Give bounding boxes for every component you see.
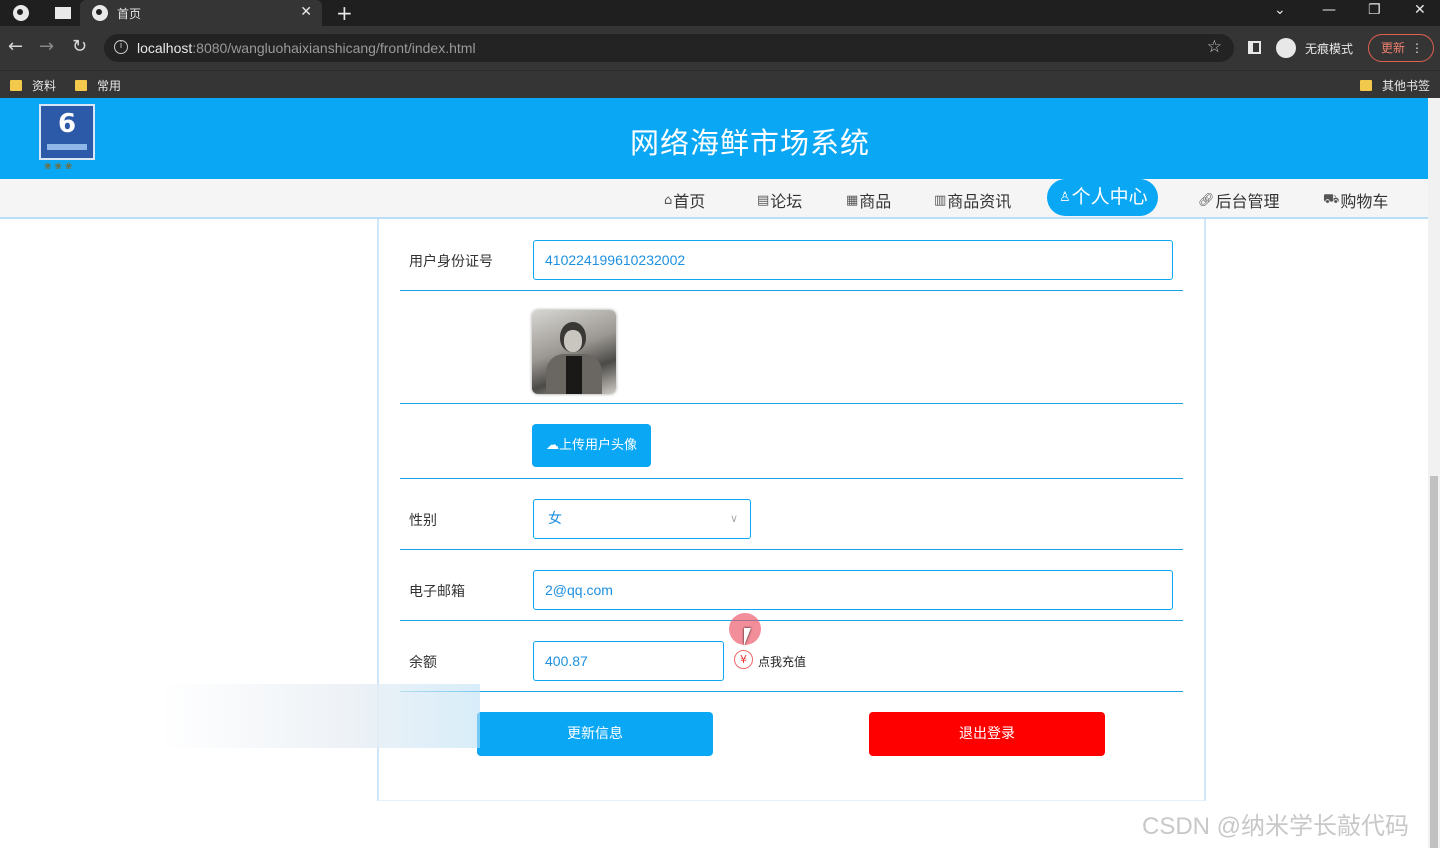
chrome-profile-icon[interactable]	[13, 5, 29, 21]
cart-icon: ⛟	[1323, 191, 1340, 207]
folder-icon	[75, 80, 87, 91]
balance-input[interactable]: 400.87	[533, 641, 724, 681]
forum-icon: ▤	[757, 192, 770, 208]
update-info-button[interactable]: 更新信息	[477, 712, 713, 756]
nav-personal-center[interactable]: ♙ 个人中心	[1047, 179, 1158, 216]
site-header: 6 ❀ ❀ ❀ 网络海鲜市场系统	[0, 98, 1428, 179]
site-info-icon[interactable]: i	[114, 40, 128, 54]
new-tab-button[interactable]: +	[336, 1, 353, 25]
bookmark-folder-2[interactable]: 常用	[75, 77, 121, 94]
recharge-link[interactable]: 点我充值	[758, 653, 806, 670]
mouse-cursor-icon	[744, 628, 751, 646]
web-page: 6 ❀ ❀ ❀ 网络海鲜市场系统 ⌂ 首页 ▤ 论坛 ▦ 商品 ▥ 商品资讯 ♙ 个人中心…	[0, 98, 1440, 848]
id-number-label: 用户身份证号	[409, 254, 493, 270]
folder-icon	[10, 80, 22, 91]
bookmark-folder-1[interactable]: 资料	[10, 77, 56, 94]
other-bookmarks[interactable]: 其他书签	[1360, 77, 1430, 94]
nav-products[interactable]: ▦ 商品	[846, 188, 891, 212]
news-icon: ▥	[934, 192, 947, 208]
url-text: localhost:8080/wangluohaixianshicang/fro…	[137, 40, 476, 56]
home-icon: ⌂	[664, 192, 673, 208]
close-window-icon[interactable]: ✕	[1414, 2, 1426, 18]
tab-search-icon[interactable]	[55, 7, 71, 19]
chevron-down-icon: ∨	[729, 512, 738, 525]
nav-forum[interactable]: ▤ 论坛	[757, 188, 802, 212]
user-icon: ♙	[1059, 190, 1071, 205]
minimize-icon[interactable]: —	[1322, 2, 1336, 18]
bookmark-star-icon[interactable]: ☆	[1207, 37, 1222, 57]
browser-tab[interactable]: 首页 ✕	[80, 0, 322, 26]
folder-icon	[1360, 80, 1372, 91]
incognito-icon	[1276, 38, 1296, 58]
yen-icon[interactable]: ¥	[734, 650, 753, 669]
address-bar-row: ← → ↻ i localhost:8080/wangluohaixianshi…	[0, 26, 1440, 70]
nav-home[interactable]: ⌂ 首页	[664, 188, 705, 212]
logo-caption-icon: ❀ ❀ ❀	[44, 162, 73, 172]
tab-title: 首页	[117, 6, 142, 21]
id-number-input[interactable]: 410224199610232002	[533, 240, 1173, 280]
back-icon[interactable]: ←	[8, 36, 23, 58]
gender-select[interactable]: 女 ∨	[533, 499, 751, 539]
email-label: 电子邮箱	[409, 584, 465, 600]
site-title: 网络海鲜市场系统	[629, 126, 870, 160]
main-nav: ⌂ 首页 ▤ 论坛 ▦ 商品 ▥ 商品资讯 ♙ 个人中心 🔗︎ 后台管理 ⛟ 购物车	[0, 179, 1428, 219]
nav-cart[interactable]: ⛟ 购物车	[1323, 188, 1388, 212]
email-input[interactable]: 2@qq.com	[533, 570, 1173, 610]
user-avatar	[532, 310, 616, 394]
restore-icon[interactable]: ❐	[1368, 2, 1381, 18]
nav-admin[interactable]: 🔗︎ 后台管理	[1198, 188, 1280, 212]
update-button[interactable]: 更新 ⋮	[1368, 34, 1434, 62]
motion-blur-overlay	[160, 684, 480, 748]
gender-value: 女	[548, 511, 562, 527]
url-field[interactable]: i localhost:8080/wangluohaixianshicang/f…	[104, 34, 1234, 62]
update-label: 更新	[1381, 41, 1406, 55]
scrollbar-thumb[interactable]	[1430, 476, 1438, 848]
forward-icon[interactable]: →	[39, 36, 54, 58]
link-icon: 🔗︎	[1198, 192, 1215, 208]
side-panel-icon[interactable]	[1248, 41, 1261, 54]
browser-tab-strip: 首页 ✕ + ⌄ — ❐ ✕	[0, 0, 1440, 26]
nav-product-news[interactable]: ▥ 商品资讯	[934, 188, 1011, 212]
cloud-upload-icon: ☁	[545, 438, 559, 453]
page-scrollbar[interactable]	[1428, 98, 1440, 848]
globe-icon	[92, 5, 108, 21]
incognito-label: 无痕模式	[1305, 42, 1354, 56]
balance-label: 余额	[409, 655, 437, 671]
gender-label: 性别	[409, 513, 437, 529]
close-tab-icon[interactable]: ✕	[300, 4, 312, 20]
gift-icon: ▦	[846, 192, 859, 208]
bookmarks-bar: 资料 常用 其他书签	[0, 70, 1440, 98]
reload-icon[interactable]: ↻	[72, 36, 87, 58]
logout-button[interactable]: 退出登录	[869, 712, 1105, 756]
menu-dots-icon[interactable]: ⋮	[1411, 35, 1423, 61]
tab-list-chevron-icon[interactable]: ⌄	[1274, 2, 1286, 18]
watermark: CSDN @纳米学长敲代码	[1142, 813, 1410, 840]
upload-avatar-button[interactable]: ☁上传用户头像	[532, 424, 651, 467]
